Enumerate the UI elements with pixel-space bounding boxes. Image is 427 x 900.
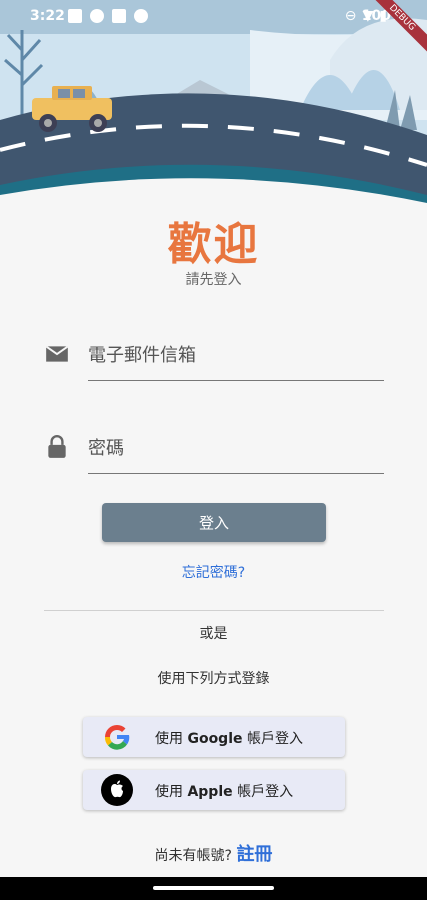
chat-icon [90, 9, 104, 23]
password-input[interactable] [88, 428, 384, 468]
email-underline [88, 380, 384, 381]
dnd-icon: ⊖ [344, 8, 357, 24]
alt-login-label: 使用下列方式登錄 [157, 671, 270, 687]
home-gesture-handle[interactable] [153, 886, 274, 890]
page-title: 歡迎 [167, 219, 260, 270]
google-signin-button[interactable]: 使用 Google 帳戶登入 [83, 717, 345, 757]
signup-link[interactable]: 註冊 [236, 844, 272, 865]
signup-prompt: 尚未有帳號? [154, 848, 232, 864]
navigation-bar [0, 877, 427, 900]
fan-icon [134, 9, 148, 23]
youtube-icon [112, 9, 126, 23]
or-label: 或是 [199, 626, 228, 642]
apple-signin-button[interactable]: 使用 Apple 帳戶登入 [83, 770, 345, 810]
password-field [44, 428, 384, 478]
email-input[interactable] [88, 335, 384, 375]
notification-icons [68, 9, 148, 23]
apple-icon [101, 774, 133, 806]
mail-icon [45, 345, 69, 362]
password-underline [88, 473, 384, 474]
apple-signin-label: 使用 Apple 帳戶登入 [155, 784, 294, 800]
forgot-password-link[interactable]: 忘記密碼? [0, 562, 427, 582]
divider [44, 610, 384, 611]
notification-app-icon [68, 9, 82, 23]
google-icon [104, 724, 130, 750]
google-signin-label: 使用 Google 帳戶登入 [155, 731, 303, 747]
login-button[interactable]: 登入 [102, 503, 326, 542]
page-subtitle: 請先登入 [185, 272, 242, 288]
status-bar: 3:22 ⊖ ▼ ▮ 100% DEBUG [0, 0, 427, 62]
lock-icon [48, 435, 66, 458]
status-time: 3:22 [30, 8, 65, 24]
signup-row: 尚未有帳號? 註冊 [0, 840, 427, 866]
email-field [44, 335, 384, 385]
